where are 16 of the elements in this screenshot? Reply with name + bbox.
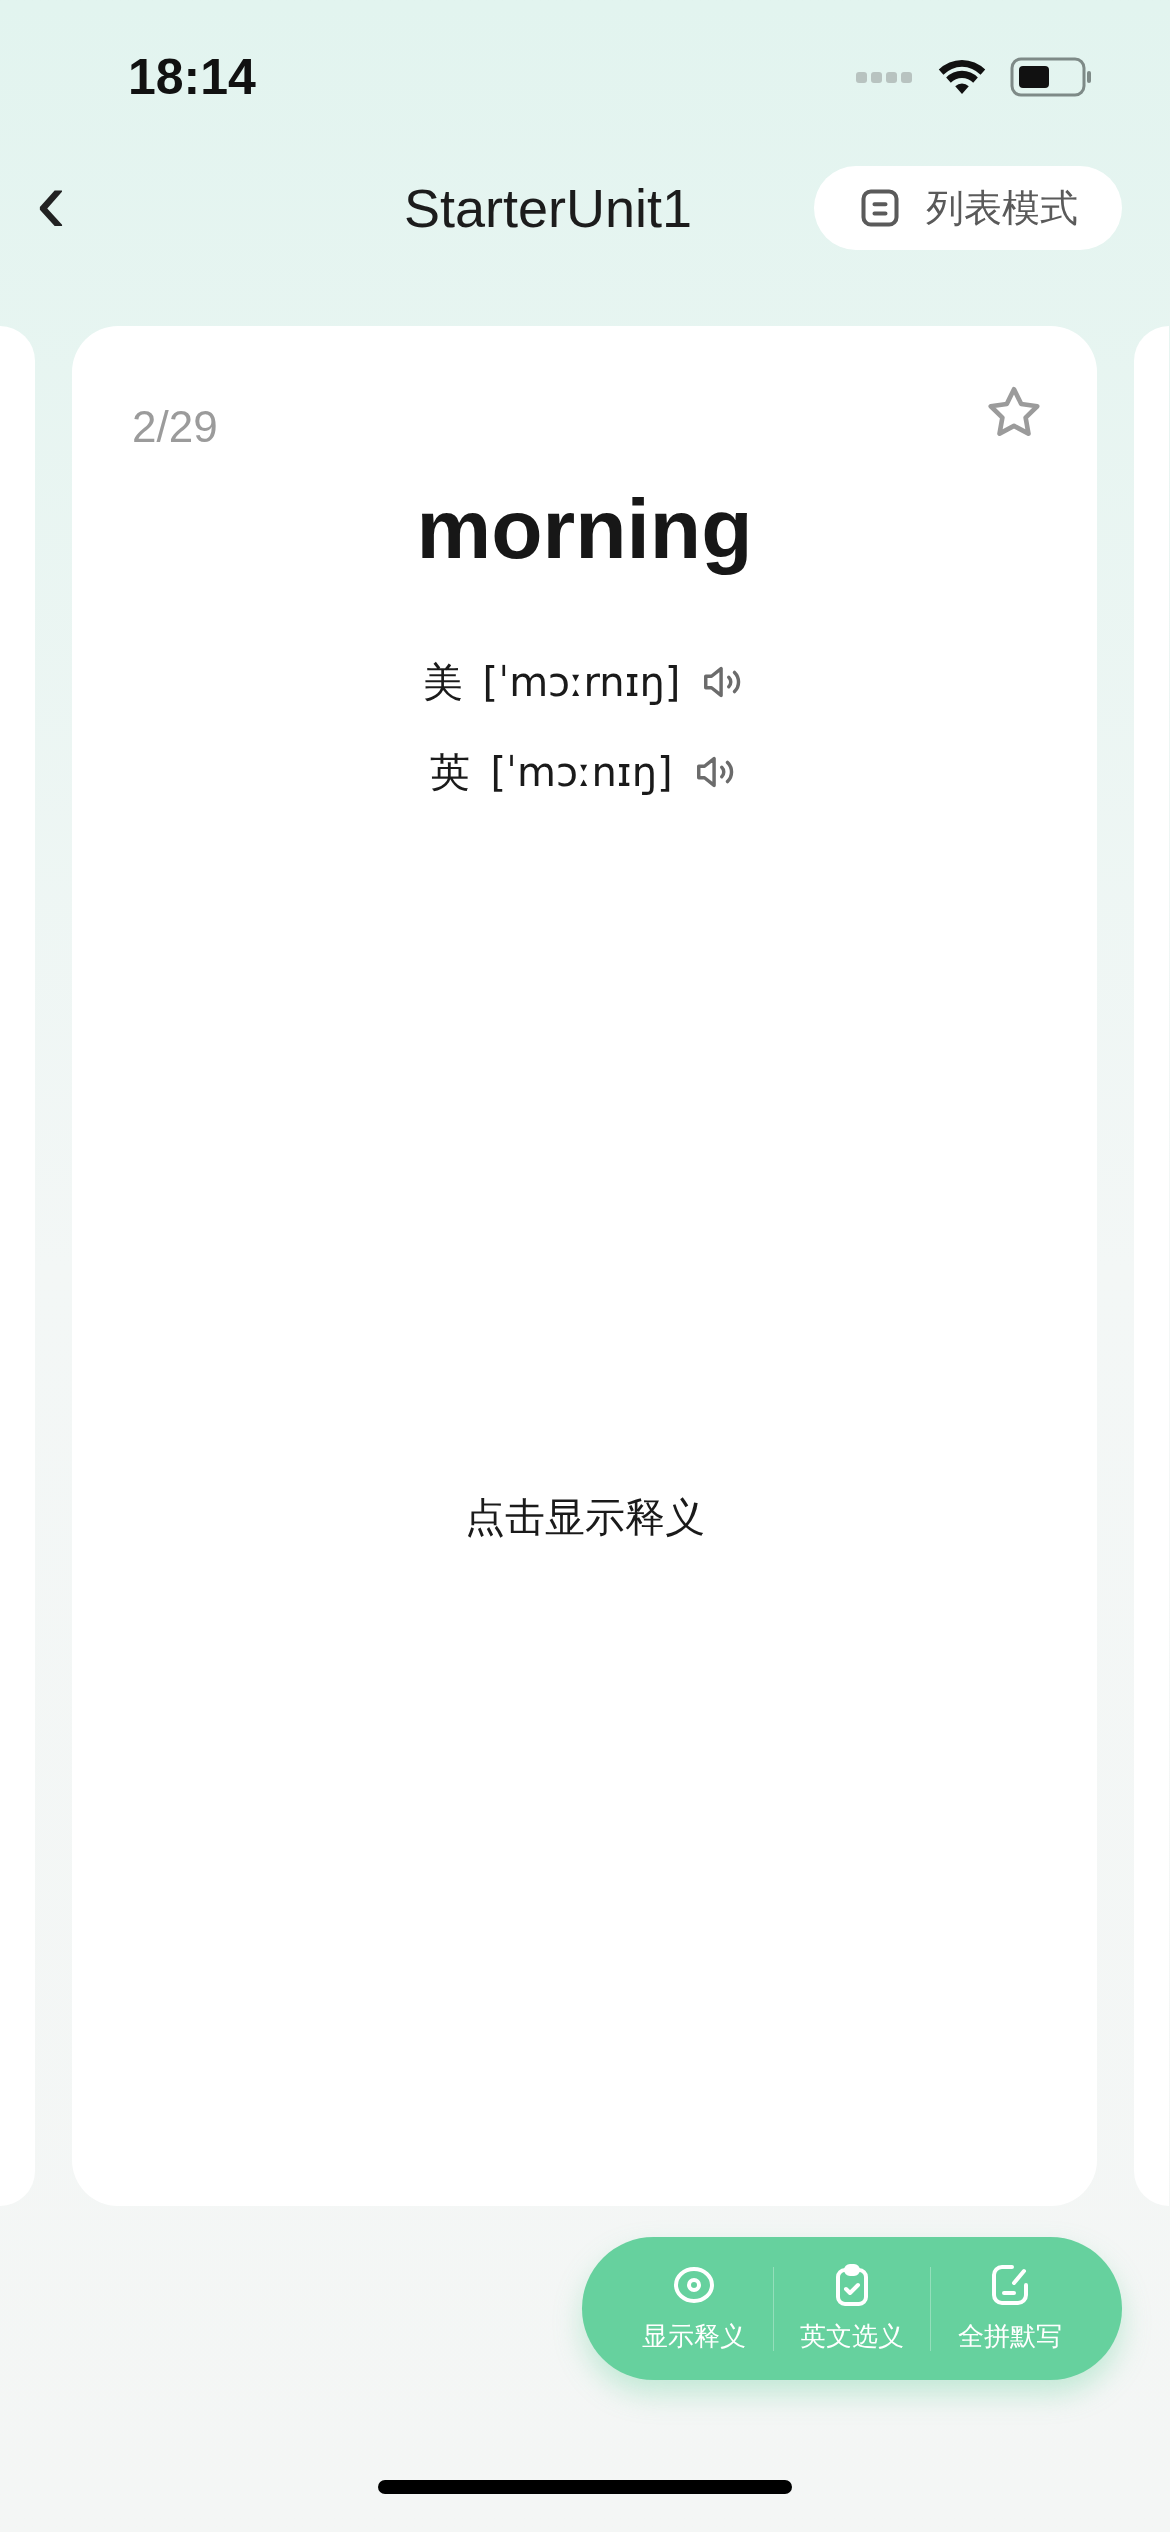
region-label: 美 <box>422 659 463 706</box>
status-time: 18:14 <box>128 47 256 107</box>
page-title: StarterUnit1 <box>403 176 693 240</box>
back-button[interactable]: ‹ <box>36 156 132 260</box>
card-counter: 2/29 <box>132 401 218 453</box>
list-mode-button[interactable]: 列表模式 <box>814 166 1122 250</box>
phonetic-text: [ˈmɔːrnɪŋ] <box>482 658 681 707</box>
signal-icon <box>856 70 914 84</box>
word-card[interactable]: 2/29 morning 美 [ˈmɔːrnɪŋ] 英 [ˈmɔːnɪŋ] 点击显示释义 <box>72 326 1097 2206</box>
word-title: morning <box>416 481 753 578</box>
list-icon <box>858 186 902 230</box>
region-label: 英 <box>430 749 471 796</box>
battery-icon <box>1010 57 1092 97</box>
tap-hint[interactable]: 点击显示释义 <box>464 1487 705 1547</box>
wifi-icon <box>936 58 988 96</box>
phonetic-text: [ˈmɔːnɪŋ] <box>490 748 673 797</box>
